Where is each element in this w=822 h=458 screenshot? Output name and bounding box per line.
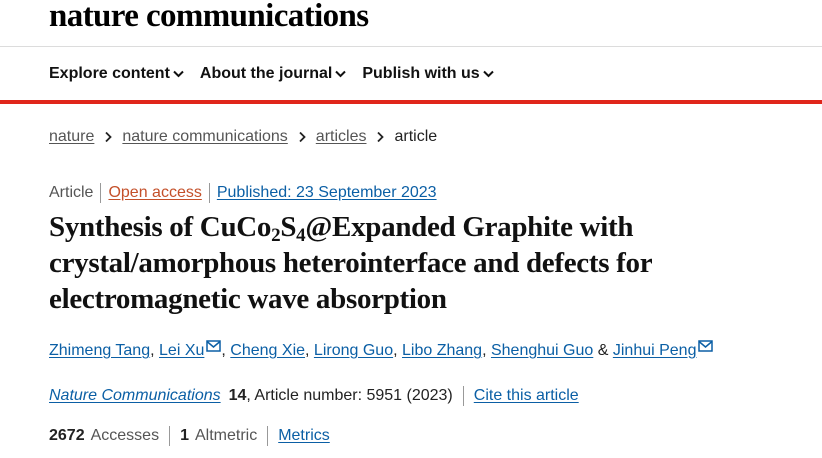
title-part-2: S bbox=[280, 211, 297, 243]
metrics-row: 2672 Accesses 1 Altmetric Metrics bbox=[49, 425, 330, 447]
citation-divider bbox=[462, 386, 464, 406]
nav-explore-content[interactable]: Explore content bbox=[49, 62, 184, 86]
metrics-link[interactable]: Metrics bbox=[278, 425, 330, 447]
author-list: Zhimeng Tang, Lei Xu, Cheng Xie, Lirong … bbox=[49, 337, 714, 362]
breadcrumb-articles[interactable]: articles bbox=[316, 126, 367, 148]
chevron-down-icon bbox=[173, 70, 184, 78]
meta-divider bbox=[100, 183, 102, 203]
email-icon[interactable] bbox=[698, 337, 714, 359]
volume-number: 14 bbox=[228, 387, 247, 404]
published-date-link[interactable]: Published: 23 September 2023 bbox=[217, 182, 437, 204]
main-nav: Explore content About the journal Publis… bbox=[49, 62, 510, 86]
chevron-down-icon bbox=[335, 70, 347, 78]
author-separator: , bbox=[150, 342, 155, 359]
email-icon[interactable] bbox=[206, 337, 222, 359]
article-type: Article bbox=[49, 184, 94, 201]
journal-link[interactable]: Nature Communications bbox=[49, 385, 221, 407]
author-link[interactable]: Shenghui Guo bbox=[491, 340, 593, 362]
metrics-divider bbox=[169, 426, 171, 446]
accesses-count: 2672 bbox=[49, 427, 85, 444]
cite-this-article-link[interactable]: Cite this article bbox=[474, 385, 579, 407]
nav-explore-content-label: Explore content bbox=[49, 65, 170, 82]
article-number: , Article number: 5951 (2023) bbox=[246, 387, 453, 404]
nav-publish-with-us-label: Publish with us bbox=[362, 65, 480, 82]
article-meta: Article Open access Published: 23 Septem… bbox=[49, 182, 437, 204]
accesses-label: Accesses bbox=[90, 427, 160, 444]
author-link[interactable]: Lirong Guo bbox=[314, 340, 393, 362]
nav-about-journal[interactable]: About the journal bbox=[199, 62, 347, 86]
citation-row: Nature Communications 14 , Article numbe… bbox=[49, 385, 579, 407]
article-title: Synthesis of CuCo2S4@Expanded Graphite w… bbox=[49, 209, 809, 317]
header-divider bbox=[0, 46, 822, 47]
chevron-down-icon bbox=[482, 70, 494, 78]
author-link[interactable]: Lei Xu bbox=[159, 340, 204, 362]
accent-bar bbox=[0, 100, 822, 104]
title-subscript-1: 2 bbox=[271, 225, 281, 246]
author-link[interactable]: Libo Zhang bbox=[402, 340, 482, 362]
nav-publish-with-us[interactable]: Publish with us bbox=[362, 62, 494, 86]
author-link[interactable]: Zhimeng Tang bbox=[49, 340, 150, 362]
breadcrumb-nature[interactable]: nature bbox=[49, 126, 94, 148]
metrics-divider bbox=[267, 426, 269, 446]
author-separator: , bbox=[221, 342, 226, 359]
altmetric-count: 1 bbox=[180, 427, 189, 444]
author-separator: , bbox=[305, 342, 310, 359]
title-part-1: Synthesis of CuCo bbox=[49, 211, 272, 243]
chevron-right-icon bbox=[298, 131, 306, 143]
title-subscript-2: 4 bbox=[296, 225, 306, 246]
breadcrumb-current: article bbox=[394, 128, 438, 145]
author-separator: , bbox=[393, 342, 398, 359]
author-separator: , bbox=[482, 342, 487, 359]
breadcrumb-nature-communications[interactable]: nature communications bbox=[122, 126, 287, 148]
chevron-right-icon bbox=[104, 131, 113, 143]
nav-about-journal-label: About the journal bbox=[199, 65, 333, 82]
open-access-link[interactable]: Open access bbox=[108, 182, 201, 204]
chevron-right-icon bbox=[376, 131, 385, 143]
meta-divider bbox=[208, 183, 210, 203]
breadcrumb: nature nature communications articles ar… bbox=[49, 126, 437, 148]
site-logo[interactable]: nature communications bbox=[49, 0, 369, 36]
author-ampersand: & bbox=[597, 342, 609, 359]
altmetric-label: Altmetric bbox=[194, 427, 258, 444]
author-link[interactable]: Cheng Xie bbox=[230, 340, 305, 362]
author-link[interactable]: Jinhui Peng bbox=[613, 340, 697, 362]
